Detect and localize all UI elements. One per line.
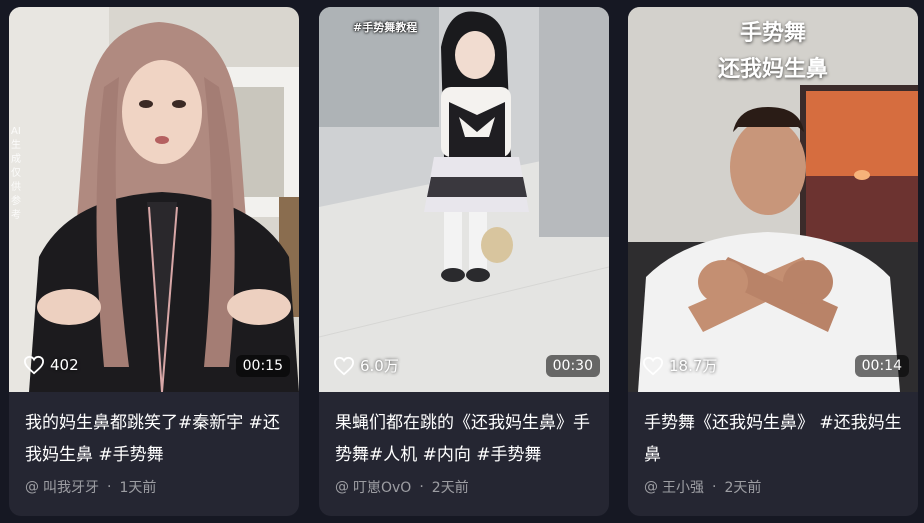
- like-count: 18.7万: [642, 355, 717, 376]
- video-duration: 00:14: [854, 355, 909, 377]
- video-meta: @ 王小强 · 2天前: [644, 477, 761, 497]
- heart-outline-icon: [642, 356, 664, 375]
- post-time: 2天前: [431, 480, 469, 496]
- video-title[interactable]: 我的妈生鼻都跳笑了#秦新宇 #还我妈生鼻 #手势舞: [25, 407, 287, 471]
- like-count-value: 18.7万: [669, 357, 718, 375]
- author-name[interactable]: 王小强: [662, 477, 704, 497]
- video-title[interactable]: 手势舞《还我妈生鼻》 #还我妈生鼻: [644, 407, 906, 471]
- heart-outline-icon: [333, 356, 355, 375]
- video-title[interactable]: 果蝇们都在跳的《还我妈生鼻》手势舞#人机 #内向 #手势舞: [335, 407, 597, 471]
- separator-dot: ·: [107, 479, 112, 495]
- video-thumbnail[interactable]: #手势舞教程 6.0万 00:30: [319, 7, 609, 392]
- caption-line-2: 还我妈生鼻: [717, 57, 828, 82]
- ai-generated-note: AI生成 仅供参考: [11, 126, 21, 221]
- video-thumbnail[interactable]: 手势舞 还我妈生鼻 18.7万 00:14: [628, 7, 918, 392]
- like-count-value: 6.0万: [360, 357, 399, 375]
- at-symbol: @: [335, 479, 349, 495]
- at-symbol: @: [644, 479, 658, 495]
- heart-outline-icon: [23, 355, 45, 375]
- author-name[interactable]: 叫我牙牙: [43, 477, 99, 497]
- caption-line-1: 手势舞: [739, 21, 806, 46]
- separator-dot: ·: [419, 479, 424, 495]
- like-count-value: 402: [50, 356, 79, 374]
- video-grid: AI生成 仅供参考 402 00:15 我的妈生鼻都跳笑了#秦新宇 #还我妈生鼻…: [0, 0, 924, 523]
- like-count: 6.0万: [333, 355, 399, 376]
- video-duration: 00:30: [545, 355, 600, 377]
- author-name[interactable]: 叮崽OvO: [353, 477, 411, 497]
- post-time: 2天前: [724, 480, 762, 496]
- video-thumbnail[interactable]: AI生成 仅供参考 402 00:15: [9, 7, 299, 392]
- at-symbol: @: [25, 479, 39, 495]
- video-meta: @ 叫我牙牙 · 1天前: [25, 477, 156, 497]
- video-card[interactable]: AI生成 仅供参考 402 00:15 我的妈生鼻都跳笑了#秦新宇 #还我妈生鼻…: [9, 7, 299, 516]
- separator-dot: ·: [712, 479, 717, 495]
- video-duration: 00:15: [235, 355, 290, 377]
- like-count: 402: [23, 355, 79, 375]
- video-card[interactable]: #手势舞教程 6.0万 00:30 果蝇们都在跳的《还我妈生鼻》手势舞#人机 #…: [319, 7, 609, 516]
- video-card[interactable]: 手势舞 还我妈生鼻 18.7万 00:14 手势舞《还我妈生鼻》 #还我妈生鼻 …: [628, 7, 918, 516]
- video-meta: @ 叮崽OvO · 2天前: [335, 477, 469, 497]
- overlay-hashtag: #手势舞教程: [353, 21, 418, 34]
- post-time: 1天前: [119, 480, 157, 496]
